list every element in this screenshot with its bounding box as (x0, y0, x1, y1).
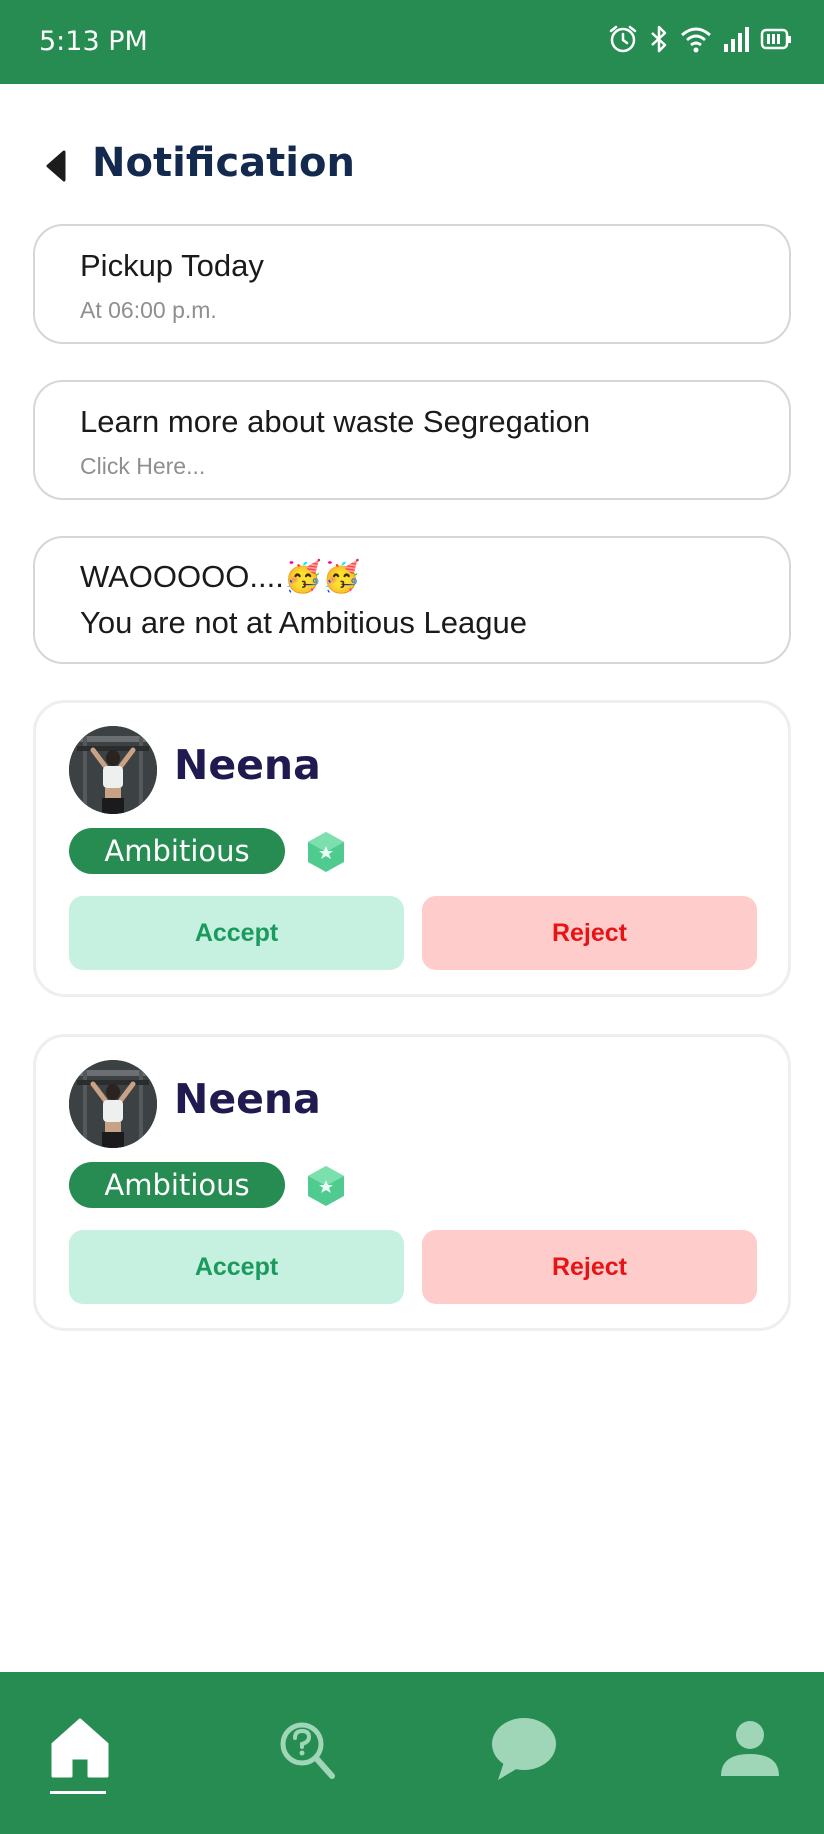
avatar (69, 726, 157, 814)
signal-icon (724, 27, 749, 52)
status-icons (608, 24, 792, 54)
home-icon (51, 1718, 109, 1778)
friend-request-card: Neena Ambitious Accept Reject (33, 1034, 791, 1331)
profile-icon (721, 1721, 779, 1776)
notification-title: Pickup Today (80, 248, 264, 283)
bottom-nav (0, 1672, 824, 1834)
nav-chat[interactable] (488, 1714, 558, 1794)
page-header: Notification (0, 128, 824, 202)
page-title: Notification (92, 140, 355, 186)
notification-title: Learn more about waste Segregation (80, 404, 591, 439)
reject-button[interactable]: Reject (422, 1230, 757, 1304)
back-arrow-icon (46, 150, 66, 182)
notification-line-1: WAOOOOO....🥳🥳 (80, 559, 361, 594)
wifi-icon (681, 27, 711, 53)
notification-card-pickup[interactable]: Pickup Today At 06:00 p.m. (33, 224, 791, 344)
notification-card-learn[interactable]: Learn more about waste Segregation Click… (33, 380, 791, 500)
alarm-icon (609, 25, 637, 53)
friend-request-card: Neena Ambitious Accept Reject (33, 700, 791, 997)
league-hexagon-icon (308, 832, 344, 872)
notification-card-league[interactable]: WAOOOOO....🥳🥳 You are not at Ambitious L… (33, 536, 791, 664)
nav-search-help[interactable] (272, 1714, 342, 1794)
avatar-image (69, 726, 157, 814)
league-badge: Ambitious (69, 1162, 285, 1208)
accept-button[interactable]: Accept (69, 1230, 404, 1304)
league-badge: Ambitious (69, 828, 285, 874)
notification-subtitle: At 06:00 p.m. (80, 297, 217, 323)
reject-button[interactable]: Reject (422, 896, 757, 970)
avatar-image (69, 1060, 157, 1148)
accept-button[interactable]: Accept (69, 896, 404, 970)
battery-icon (760, 28, 791, 50)
status-bar: 5:13 PM (0, 0, 824, 84)
avatar (69, 1060, 157, 1148)
nav-home[interactable] (45, 1714, 115, 1794)
search-help-icon (280, 1722, 335, 1779)
status-time: 5:13 PM (39, 26, 148, 57)
bluetooth-icon (651, 25, 667, 53)
back-button[interactable] (40, 146, 74, 186)
notification-line-2: You are not at Ambitious League (80, 605, 527, 640)
chat-icon (492, 1718, 556, 1780)
requester-name: Neena (174, 741, 321, 789)
nav-active-indicator (50, 1791, 106, 1794)
nav-profile[interactable] (715, 1714, 785, 1794)
league-hexagon-icon (308, 1166, 344, 1206)
requester-name: Neena (174, 1075, 321, 1123)
notification-link[interactable]: Click Here... (80, 453, 205, 480)
